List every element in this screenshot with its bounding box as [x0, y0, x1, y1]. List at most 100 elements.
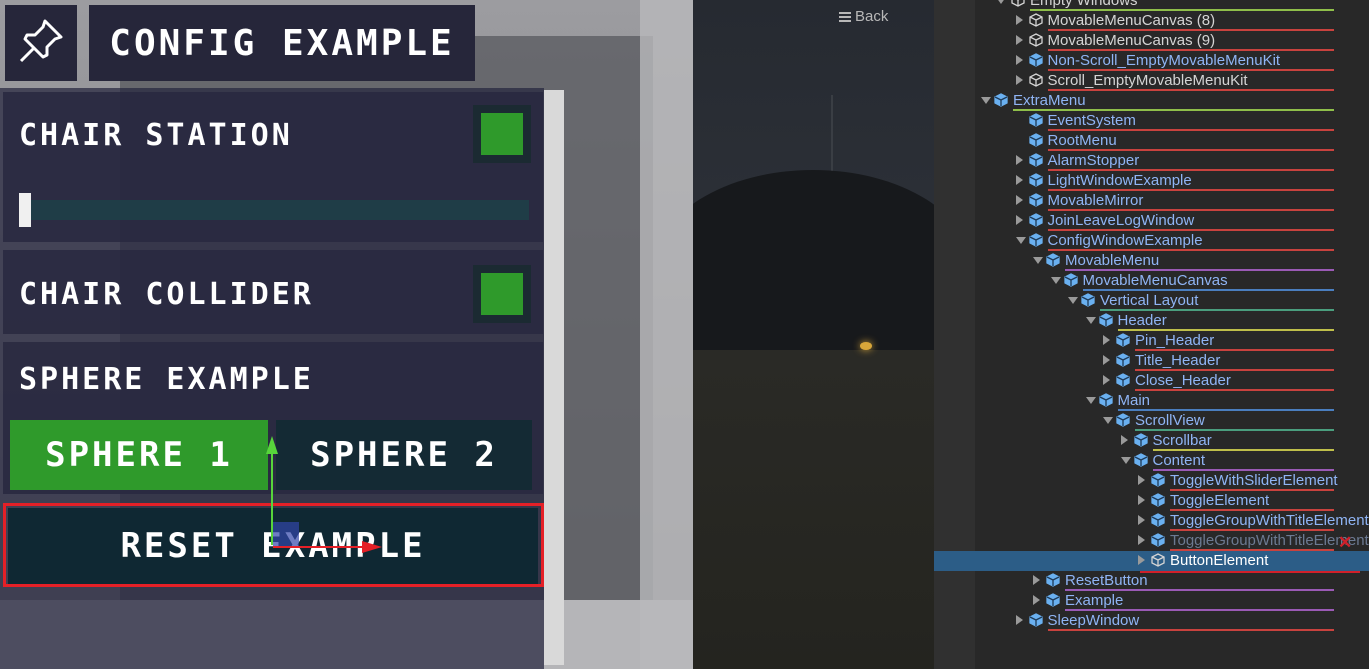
- collapse-arrow-icon[interactable]: [1120, 435, 1128, 445]
- hierarchy-item[interactable]: ButtonElement: [934, 551, 1369, 573]
- hierarchy-item[interactable]: MovableMenu: [934, 251, 1369, 271]
- hierarchy-item[interactable]: Non-Scroll_EmptyMovableMenuKit: [934, 51, 1369, 71]
- hierarchy-item-label: ToggleWithSliderElement: [1170, 472, 1338, 489]
- collapse-arrow-icon[interactable]: [1015, 35, 1023, 45]
- collapse-arrow-icon[interactable]: [1015, 615, 1023, 625]
- toggle-checked-indicator: [481, 113, 523, 155]
- hierarchy-item-label: Main: [1117, 392, 1151, 409]
- hierarchy-item[interactable]: Scroll_EmptyMovableMenuKit: [934, 71, 1369, 91]
- collapse-arrow-icon[interactable]: [1138, 515, 1145, 525]
- collapse-arrow-icon[interactable]: [1138, 555, 1145, 565]
- hierarchy-item[interactable]: MovableMirror: [934, 191, 1369, 211]
- hierarchy-item[interactable]: Vertical Layout: [934, 291, 1369, 311]
- hierarchy-item[interactable]: ResetButton: [934, 571, 1369, 591]
- expand-arrow-icon[interactable]: [1068, 297, 1078, 304]
- expand-arrow-icon[interactable]: [1103, 417, 1113, 424]
- hierarchy-item-label: ToggleGroupWithTitleElement: [1170, 512, 1369, 529]
- hierarchy-item[interactable]: Empty Windows: [934, 0, 1369, 11]
- expand-arrow-icon[interactable]: [1050, 277, 1061, 284]
- move-gizmo-center[interactable]: [273, 522, 299, 546]
- hierarchy-item[interactable]: MovableMenuCanvas (8): [934, 11, 1369, 31]
- slider-handle[interactable]: [19, 193, 31, 227]
- hierarchy-item[interactable]: MovableMenuCanvas (9): [934, 31, 1369, 51]
- hierarchy-item[interactable]: SleepWindow: [934, 611, 1369, 631]
- hierarchy-item[interactable]: ScrollView: [934, 411, 1369, 431]
- chair-station-toggle[interactable]: [473, 105, 531, 163]
- chair-collider-toggle[interactable]: [473, 265, 531, 323]
- collapse-arrow-icon[interactable]: [1138, 495, 1145, 505]
- menu-scrollbar[interactable]: [544, 90, 564, 665]
- hierarchy-item[interactable]: Example: [934, 591, 1369, 611]
- hierarchy-item-label: Scrollbar: [1152, 432, 1212, 449]
- hierarchy-item[interactable]: Scrollbar: [934, 431, 1369, 451]
- hierarchy-item[interactable]: Main: [934, 391, 1369, 411]
- hierarchy-item-label: Vertical Layout: [1100, 292, 1199, 309]
- collapse-arrow-icon[interactable]: [1015, 195, 1023, 205]
- gizmo-y-arrow-icon[interactable]: [266, 436, 278, 454]
- hierarchy-item-label: SleepWindow: [1047, 612, 1140, 629]
- menu-title: CONFIG EXAMPLE: [109, 22, 455, 64]
- gizmo-x-arrow-icon[interactable]: [362, 541, 382, 553]
- prefab-icon: [1151, 493, 1165, 507]
- hierarchy-item[interactable]: Header: [934, 311, 1369, 331]
- sphere-2-button[interactable]: SPHERE 2: [276, 420, 532, 490]
- missing-prefab-icon: ✕: [1338, 533, 1353, 552]
- hierarchy-item-label: Title_Header: [1135, 352, 1221, 369]
- prefab-icon: [1116, 333, 1130, 347]
- prefab-icon: [1151, 473, 1165, 487]
- hierarchy-item[interactable]: EventSystem: [934, 111, 1369, 131]
- collapse-arrow-icon[interactable]: [1033, 575, 1040, 585]
- prefab-icon: [1116, 373, 1130, 387]
- expand-arrow-icon[interactable]: [981, 97, 991, 104]
- expand-arrow-icon[interactable]: [1085, 397, 1096, 404]
- chair-station-slider[interactable]: [31, 200, 529, 220]
- collapse-arrow-icon[interactable]: [1015, 75, 1023, 85]
- hierarchy-item[interactable]: Pin_Header: [934, 331, 1369, 351]
- collapse-arrow-icon[interactable]: [1015, 15, 1023, 25]
- hierarchy-item[interactable]: Content: [934, 451, 1369, 471]
- hierarchy-item[interactable]: ToggleGroupWithTitleElement: [934, 511, 1369, 531]
- hierarchy-item[interactable]: ToggleElement: [934, 491, 1369, 511]
- back-button[interactable]: Back: [839, 8, 888, 25]
- hierarchy-item-label: ButtonElement: [1170, 552, 1269, 569]
- hierarchy-item-label: JoinLeaveLogWindow: [1047, 212, 1195, 229]
- hierarchy-item[interactable]: ConfigWindowExample: [934, 231, 1369, 251]
- toggle-row: CHAIR COLLIDER: [3, 250, 543, 334]
- prefab-icon: [1028, 133, 1043, 147]
- pin-button[interactable]: [5, 5, 77, 81]
- hierarchy-item[interactable]: JoinLeaveLogWindow: [934, 211, 1369, 231]
- collapse-arrow-icon[interactable]: [1015, 155, 1023, 165]
- expand-arrow-icon[interactable]: [1015, 237, 1026, 244]
- collapse-arrow-icon[interactable]: [1103, 375, 1110, 385]
- toggle-checked-indicator: [481, 273, 523, 315]
- scene-edge-panel: [640, 0, 693, 669]
- chair-station-label: CHAIR STATION: [19, 118, 293, 153]
- hierarchy-item[interactable]: Title_Header: [934, 351, 1369, 371]
- hierarchy-item[interactable]: ExtraMenu: [934, 91, 1369, 111]
- collapse-arrow-icon[interactable]: [1015, 55, 1023, 65]
- hierarchy-item-label: MovableMirror: [1047, 192, 1144, 209]
- prefab-icon: [1116, 353, 1130, 367]
- hierarchy-item[interactable]: Close_Header: [934, 371, 1369, 391]
- collapse-arrow-icon[interactable]: [1015, 175, 1023, 185]
- collapse-arrow-icon[interactable]: [1103, 335, 1110, 345]
- hierarchy-item[interactable]: LightWindowExample: [934, 171, 1369, 191]
- hierarchy-item[interactable]: AlarmStopper: [934, 151, 1369, 171]
- hierarchy-item[interactable]: ToggleGroupWithTitleElement: [934, 531, 1369, 551]
- expand-arrow-icon[interactable]: [1120, 457, 1131, 464]
- hierarchy-item-label: Close_Header: [1135, 372, 1231, 389]
- expand-arrow-icon[interactable]: [1085, 317, 1096, 324]
- expand-arrow-icon[interactable]: [996, 0, 1006, 4]
- collapse-arrow-icon[interactable]: [1033, 595, 1040, 605]
- collapse-arrow-icon[interactable]: [1015, 215, 1023, 225]
- collapse-arrow-icon[interactable]: [1138, 535, 1145, 545]
- expand-arrow-icon[interactable]: [1033, 257, 1043, 264]
- sphere-1-button[interactable]: SPHERE 1: [10, 420, 268, 490]
- move-gizmo-x-axis[interactable]: [273, 546, 368, 548]
- collapse-arrow-icon[interactable]: [1138, 475, 1145, 485]
- hierarchy-item[interactable]: ToggleWithSliderElement: [934, 471, 1369, 491]
- collapse-arrow-icon[interactable]: [1103, 355, 1110, 365]
- hierarchy-item[interactable]: MovableMenuCanvas: [934, 271, 1369, 291]
- hierarchy-item[interactable]: RootMenu: [934, 131, 1369, 151]
- chair-collider-label: CHAIR COLLIDER: [19, 277, 314, 312]
